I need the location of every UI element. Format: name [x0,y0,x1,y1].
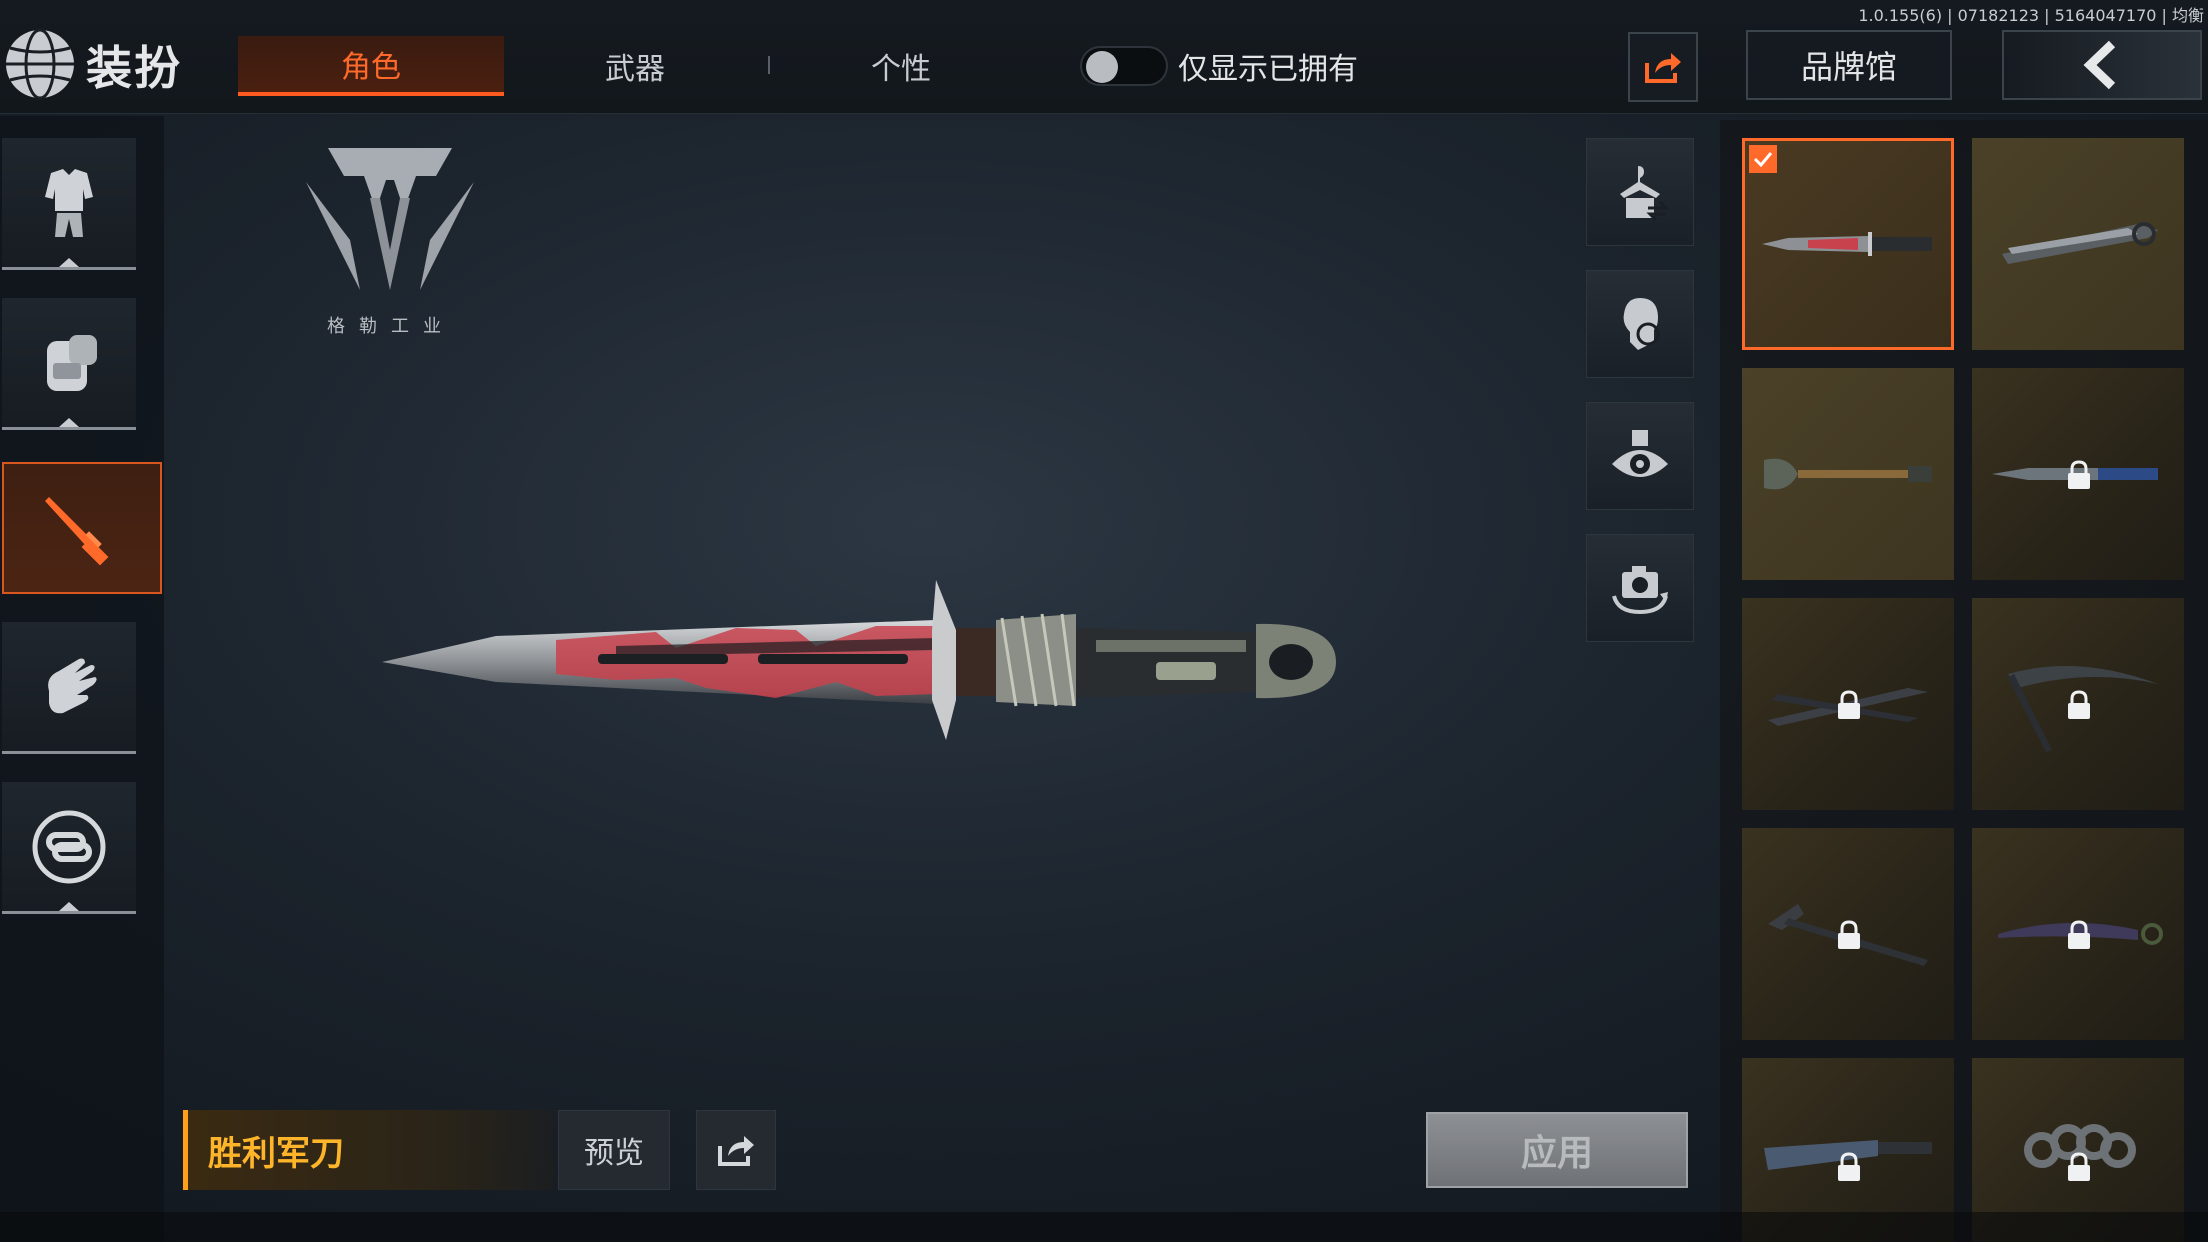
lock-icon [1838,1152,1860,1181]
outfit-icon [45,168,93,237]
tab-personality[interactable]: 个性 [806,36,996,96]
grid-item-knife-folded[interactable] [1972,138,2184,350]
left-sidebar [0,116,164,1242]
knife-victory-thumb [1762,232,1932,256]
tab-divider [768,56,770,74]
lock-icon [2068,690,2090,719]
lock-icon [2068,1152,2090,1181]
chain-link-icon [32,810,106,883]
grid-item-knife-butterfly[interactable] [1742,598,1954,810]
sidebar-item-backpack[interactable] [2,298,136,430]
glove-icon [48,658,97,713]
expand-indicator [59,902,79,911]
version-text: 1.0.155(6) | 07182123 | 5164047170 | 均衡 [1858,6,2204,25]
item-name-box: 胜利军刀 [183,1110,555,1190]
equipped-check-icon [1749,145,1777,173]
knife-model [382,580,1336,740]
globe-icon [6,28,74,100]
lock-icon [2068,460,2090,489]
grid-item-shovel[interactable] [1742,368,1954,580]
sidebar-item-melee[interactable] [2,462,162,594]
eye-view-button[interactable] [1586,402,1694,510]
camera-rotate-button[interactable] [1586,534,1694,642]
head-rotate-icon [1623,298,1660,350]
grid-item-karambit[interactable] [1972,828,2184,1040]
chevron-left-icon [2083,40,2116,90]
tab-weapons[interactable]: 武器 [540,36,730,96]
lock-icon [1838,920,1860,949]
backpack-icon [47,334,97,391]
sidebar-item-gloves[interactable] [2,622,136,754]
camera-rotate-icon [1612,566,1668,615]
shovel-thumb [1764,458,1932,490]
share-top-button[interactable] [1628,32,1698,102]
brand-hall-button[interactable]: 品牌馆 [1746,30,1952,100]
skin-grid [1720,120,2208,1242]
grid-item-knife-victory[interactable] [1742,138,1954,350]
bottom-strip [0,1212,2208,1242]
expand-indicator [59,258,79,267]
item-name: 胜利军刀 [208,1133,344,1174]
knife-folded-thumb [2002,222,2158,264]
expand-indicator [59,418,79,427]
wardrobe-swap-icon [1620,166,1670,222]
toggle-knob [1086,51,1118,83]
wardrobe-swap-button[interactable] [1586,138,1694,246]
grid-item-knife-blue[interactable] [1972,368,2184,580]
eye-view-icon [1612,430,1668,477]
sidebar-item-links[interactable] [2,782,136,914]
head-rotate-button[interactable] [1586,270,1694,378]
share-icon [1645,53,1681,83]
knife-icon [45,497,109,566]
owned-only-label: 仅显示已拥有 [1178,52,1358,87]
grid-item-ice-axe[interactable] [1742,828,1954,1040]
back-button[interactable] [2002,30,2202,100]
brand-name: 格勒工业 [327,316,455,337]
brand-logo-icon [306,148,474,290]
preview-button[interactable]: 预览 [558,1110,670,1190]
lock-icon [2068,920,2090,949]
share-item-button[interactable] [696,1110,776,1190]
apply-button[interactable]: 应用 [1426,1112,1688,1188]
tab-character[interactable]: 角色 [238,36,504,96]
page-title: 装扮 [86,41,182,95]
owned-only-toggle[interactable] [1080,46,1168,86]
grid-item-pickaxe[interactable] [1972,598,2184,810]
sidebar-item-outfit[interactable] [2,138,136,270]
lock-icon [1838,690,1860,719]
share-icon [718,1136,754,1166]
